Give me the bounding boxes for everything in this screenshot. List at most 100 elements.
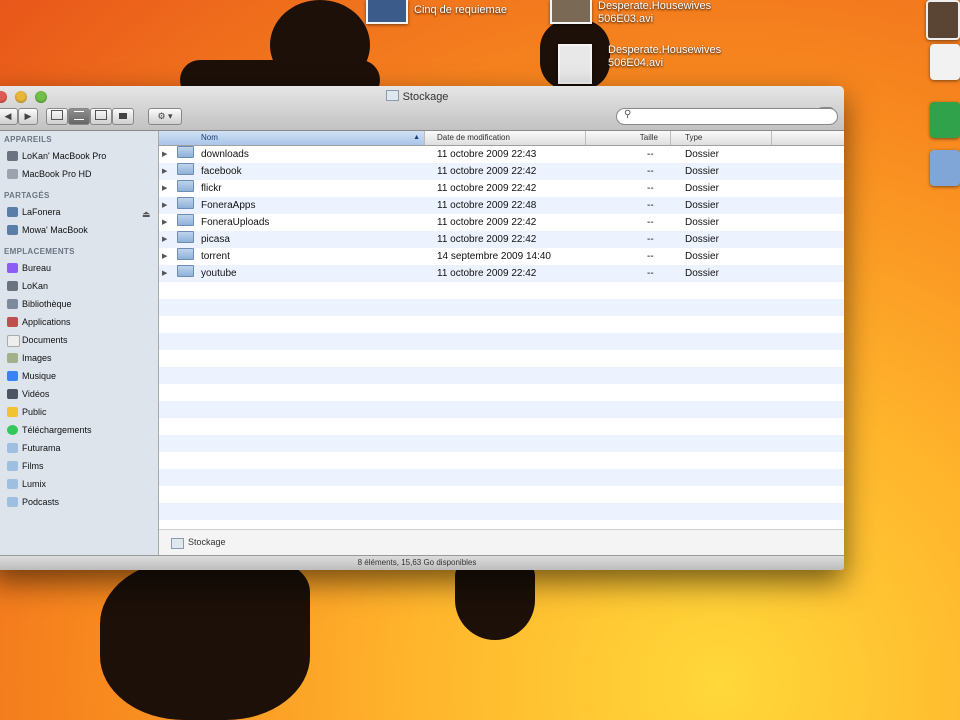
sidebar-item-macbook-pro[interactable]: LoKan' MacBook Pro [0, 147, 158, 165]
sidebar-item-label: Documents [22, 335, 68, 345]
sidebar-item-label: Vidéos [22, 389, 50, 399]
icon-view-icon [51, 110, 63, 120]
sidebar-item-films[interactable]: Films [0, 457, 158, 475]
file-modified: 11 octobre 2009 22:42 [437, 217, 537, 228]
column-header-kind-label: Type [685, 133, 703, 142]
sidebar-item-lumix[interactable]: Lumix [0, 475, 158, 493]
view-coverflow-button[interactable] [112, 108, 134, 125]
file-modified: 11 octobre 2009 22:42 [437, 268, 537, 279]
file-name: torrent [201, 251, 230, 262]
column-header-modified[interactable]: Date de modification [425, 131, 586, 145]
desktop-item-2[interactable]: Desperate.Housewives 506E03.avi [550, 0, 711, 26]
back-button[interactable]: ◀ [0, 108, 18, 125]
file-size: -- [647, 183, 654, 194]
column-header-kind[interactable]: Type [671, 131, 772, 145]
file-name: picasa [201, 234, 230, 245]
sidebar-item-images[interactable]: Images [0, 349, 158, 367]
forward-button[interactable]: ▶ [18, 108, 38, 125]
desktop-right-icon-document[interactable] [930, 44, 960, 80]
column-header-size[interactable]: Taille [586, 131, 671, 145]
sidebar-item-public[interactable]: Public [0, 403, 158, 421]
sidebar-item-telechargements[interactable]: Téléchargements [0, 421, 158, 439]
search-field[interactable]: ⚲ [616, 108, 838, 125]
table-row[interactable]: ▶ facebook 11 octobre 2009 22:42 -- Doss… [159, 163, 844, 180]
sort-descending-icon: ▲ [413, 134, 420, 141]
sidebar-item-label: Lumix [22, 479, 47, 489]
file-kind: Dossier [685, 200, 719, 211]
desktop-right-icon-photo[interactable] [926, 0, 960, 40]
disclosure-triangle-icon[interactable]: ▶ [162, 214, 167, 231]
desktop-item-3[interactable]: Desperate.Housewives 506E04.avi [558, 44, 721, 84]
disclosure-triangle-icon[interactable]: ▶ [162, 265, 167, 282]
window-titlebar[interactable]: Stockage ◀ ▶ ⚙ ▾ ⚲ [0, 86, 844, 131]
file-list-area: Nom ▲ Date de modification Taille Type ▶… [159, 131, 844, 556]
path-bar-item[interactable]: Stockage [188, 537, 226, 547]
view-icon-button[interactable] [46, 108, 68, 125]
sidebar-item-applications[interactable]: Applications [0, 313, 158, 331]
folder-icon [177, 248, 194, 260]
sidebar-item-label: Films [22, 461, 44, 471]
harddisk-icon [7, 169, 18, 179]
file-name: youtube [201, 268, 237, 279]
table-row[interactable]: ▶ youtube 11 octobre 2009 22:42 -- Dossi… [159, 265, 844, 282]
column-header-name[interactable]: Nom ▲ [159, 131, 425, 145]
disclosure-triangle-icon[interactable]: ▶ [162, 197, 167, 214]
sidebar-item-mowa-macbook[interactable]: Mowa' MacBook [0, 221, 158, 239]
table-row[interactable]: ▶ FoneraUploads 11 octobre 2009 22:42 --… [159, 214, 844, 231]
view-list-button[interactable] [68, 108, 90, 125]
sidebar-item-label: LoKan' MacBook Pro [22, 151, 107, 161]
sidebar-item-bureau[interactable]: Bureau [0, 259, 158, 277]
sidebar-item-podcasts[interactable]: Podcasts [0, 493, 158, 511]
file-name: flickr [201, 183, 222, 194]
file-size: -- [647, 166, 654, 177]
columns-view-icon [95, 110, 107, 120]
sidebar-item-macbook-hd[interactable]: MacBook Pro HD [0, 165, 158, 183]
documents-icon [7, 335, 20, 347]
sidebar: APPAREILS LoKan' MacBook Pro MacBook Pro… [0, 131, 159, 556]
desktop-right-icon-green[interactable] [930, 102, 960, 138]
file-name: FoneraUploads [201, 217, 270, 228]
sidebar-item-label: Podcasts [22, 497, 60, 507]
sidebar-item-lafonera[interactable]: LaFonera ⏏ [0, 203, 158, 221]
disclosure-triangle-icon[interactable]: ▶ [162, 146, 167, 163]
disclosure-triangle-icon[interactable]: ▶ [162, 163, 167, 180]
table-row[interactable]: ▶ FoneraApps 11 octobre 2009 22:48 -- Do… [159, 197, 844, 214]
disclosure-triangle-icon[interactable]: ▶ [162, 180, 167, 197]
folder-icon [177, 180, 194, 192]
sidebar-item-lokan[interactable]: LoKan [0, 277, 158, 295]
file-size: -- [647, 234, 654, 245]
sidebar-item-label: Bibliothèque [22, 299, 72, 309]
table-row[interactable]: ▶ downloads 11 octobre 2009 22:43 -- Dos… [159, 146, 844, 163]
sidebar-item-bibliotheque[interactable]: Bibliothèque [0, 295, 158, 313]
table-row[interactable]: ▶ flickr 11 octobre 2009 22:42 -- Dossie… [159, 180, 844, 197]
music-icon [7, 371, 18, 381]
file-kind: Dossier [685, 251, 719, 262]
file-modified: 11 octobre 2009 22:43 [437, 149, 537, 160]
view-columns-button[interactable] [90, 108, 112, 125]
column-header-name-label: Nom [201, 133, 218, 142]
videos-icon [7, 389, 18, 399]
disclosure-triangle-icon[interactable]: ▶ [162, 231, 167, 248]
sidebar-item-label: Public [22, 407, 47, 417]
sidebar-item-musique[interactable]: Musique [0, 367, 158, 385]
desktop-right-icon-folder[interactable] [930, 150, 960, 186]
file-modified: 11 octobre 2009 22:42 [437, 234, 537, 245]
folder-icon [7, 497, 18, 507]
sidebar-item-futurama[interactable]: Futurama [0, 439, 158, 457]
sidebar-item-documents[interactable]: Documents [0, 331, 158, 349]
desktop-item-3-label: Desperate.Housewives 506E04.avi [608, 44, 722, 69]
folder-icon [7, 443, 18, 453]
file-size: -- [647, 217, 654, 228]
action-menu-button[interactable]: ⚙ ▾ [148, 108, 182, 125]
desktop-item-1[interactable]: Cinq de requiemae [366, 0, 507, 24]
table-row[interactable]: ▶ picasa 11 octobre 2009 22:42 -- Dossie… [159, 231, 844, 248]
list-view-icon [74, 111, 84, 120]
desktop-item-3-thumbnail [558, 44, 592, 84]
table-row[interactable]: ▶ torrent 14 septembre 2009 14:40 -- Dos… [159, 248, 844, 265]
file-kind: Dossier [685, 234, 719, 245]
file-rows: ▶ downloads 11 octobre 2009 22:43 -- Dos… [159, 146, 844, 282]
disclosure-triangle-icon[interactable]: ▶ [162, 248, 167, 265]
sidebar-item-videos[interactable]: Vidéos [0, 385, 158, 403]
sidebar-item-label: LoKan [22, 281, 49, 291]
laptop-icon [7, 151, 18, 161]
